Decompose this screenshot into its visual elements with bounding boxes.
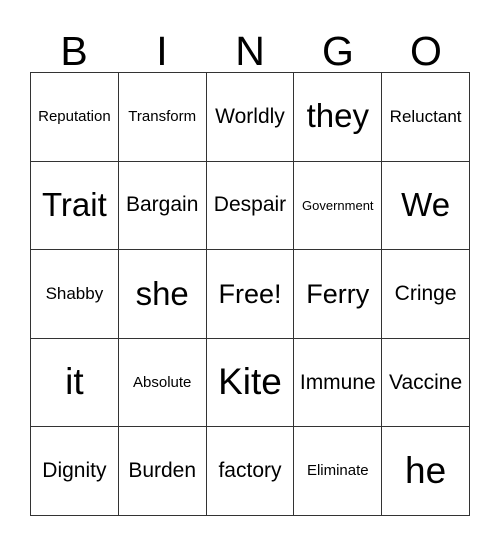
bingo-cell-r1c4[interactable]: they bbox=[294, 73, 383, 162]
bingo-header-letter-n: N bbox=[235, 28, 265, 74]
bingo-cell-r4c3[interactable]: Kite bbox=[206, 338, 295, 428]
bingo-cell-label: Burden bbox=[128, 459, 197, 483]
bingo-cell-r2c1[interactable]: Trait bbox=[31, 161, 119, 251]
bingo-cell-label: Bargain bbox=[126, 193, 199, 217]
bingo-cell-r1c5[interactable]: Reluctant bbox=[382, 73, 470, 162]
bingo-cell-r4c5[interactable]: Vaccine bbox=[382, 338, 470, 428]
bingo-cell-label: Despair bbox=[213, 193, 287, 217]
bingo-cell-r5c3[interactable]: factory bbox=[206, 427, 295, 516]
bingo-cell-label: he bbox=[405, 449, 447, 491]
bingo-cell-label: We bbox=[401, 186, 451, 224]
bingo-cell-label: Shabby bbox=[45, 284, 104, 304]
bingo-cell-label: Transform bbox=[128, 107, 197, 125]
bingo-cell-label: factory bbox=[218, 459, 282, 483]
bingo-cell-r5c2[interactable]: Burden bbox=[118, 427, 207, 516]
bingo-header-row: B I N G O bbox=[30, 22, 470, 72]
bingo-cell-r5c4[interactable]: Eliminate bbox=[294, 427, 383, 516]
bingo-cell-label: Immune bbox=[299, 370, 376, 394]
bingo-cell-label: Kite bbox=[218, 361, 282, 403]
bingo-cell-r2c4[interactable]: Government bbox=[294, 161, 383, 251]
bingo-cell-label: Government bbox=[302, 197, 374, 213]
bingo-cell-r4c2[interactable]: Absolute bbox=[118, 338, 207, 428]
bingo-cell-r2c5[interactable]: We bbox=[382, 161, 470, 251]
bingo-cell-label: Cringe bbox=[394, 281, 457, 305]
bingo-cell-label: Absolute bbox=[133, 373, 192, 391]
bingo-cell-r2c3[interactable]: Despair bbox=[206, 161, 295, 251]
bingo-cell-label: she bbox=[135, 274, 189, 312]
bingo-cell-label: Free! bbox=[218, 278, 282, 309]
bingo-cell-label: it bbox=[65, 361, 84, 403]
bingo-cell-label: they bbox=[306, 97, 369, 135]
bingo-cell-r5c5[interactable]: he bbox=[382, 427, 470, 516]
bingo-header-letter-o: O bbox=[410, 28, 442, 74]
bingo-cell-label: Reluctant bbox=[389, 106, 462, 126]
bingo-cell-r1c1[interactable]: Reputation bbox=[31, 73, 119, 162]
bingo-cell-label: Reputation bbox=[38, 107, 111, 125]
bingo-header-letter-i: I bbox=[156, 28, 168, 74]
bingo-cell-label: Ferry bbox=[306, 278, 370, 309]
bingo-card: B I N G O Reputation Transform Worldly t… bbox=[0, 0, 500, 544]
bingo-cell-r4c4[interactable]: Immune bbox=[294, 338, 383, 428]
bingo-cell-label: Worldly bbox=[215, 104, 285, 128]
bingo-cell-r3c3[interactable]: Free! bbox=[206, 250, 295, 339]
bingo-cell-r4c1[interactable]: it bbox=[31, 338, 119, 428]
bingo-cell-r2c2[interactable]: Bargain bbox=[118, 161, 207, 251]
bingo-grid: Reputation Transform Worldly they Reluct… bbox=[30, 72, 470, 516]
bingo-header-letter-b: B bbox=[60, 28, 88, 74]
bingo-cell-r3c5[interactable]: Cringe bbox=[382, 250, 470, 339]
bingo-cell-r1c3[interactable]: Worldly bbox=[206, 73, 295, 162]
bingo-cell-r5c1[interactable]: Dignity bbox=[31, 427, 119, 516]
bingo-cell-label: Eliminate bbox=[306, 462, 369, 480]
bingo-cell-r1c2[interactable]: Transform bbox=[118, 73, 207, 162]
bingo-cell-label: Dignity bbox=[42, 459, 107, 483]
bingo-cell-r3c2[interactable]: she bbox=[118, 250, 207, 339]
bingo-header-letter-g: G bbox=[322, 28, 354, 74]
bingo-cell-label: Trait bbox=[42, 186, 107, 224]
bingo-cell-r3c1[interactable]: Shabby bbox=[31, 250, 119, 339]
bingo-cell-label: Vaccine bbox=[389, 370, 463, 394]
bingo-cell-r3c4[interactable]: Ferry bbox=[294, 250, 383, 339]
